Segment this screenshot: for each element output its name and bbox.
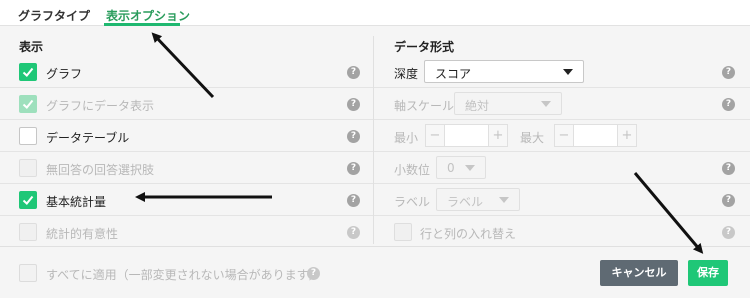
depth-select[interactable]: スコア	[424, 60, 584, 83]
option-row-data-labels: グラフにデータ表示 ?	[0, 88, 373, 120]
chevron-down-icon	[499, 197, 509, 203]
decimals-select[interactable]: 0	[436, 156, 486, 179]
swap-row: 行と列の入れ替え ?	[374, 216, 750, 248]
chevron-down-icon	[563, 69, 573, 75]
significance-label: 統計的有意性	[46, 227, 119, 241]
help-icon[interactable]: ?	[347, 226, 360, 239]
axis-scale-value: 絶対	[465, 99, 490, 113]
minus-icon[interactable]: −	[425, 124, 445, 147]
decimals-value: 0	[447, 161, 455, 175]
apply-all-label: すべてに適用（一部変更されない場合があります）	[46, 268, 321, 282]
option-row-basic-stats: 基本統計量 ?	[0, 184, 373, 216]
help-icon[interactable]: ?	[347, 66, 360, 79]
min-label: 最小	[394, 131, 419, 145]
help-icon[interactable]: ?	[722, 194, 735, 207]
help-icon[interactable]: ?	[347, 130, 360, 143]
help-icon[interactable]: ?	[722, 226, 735, 239]
axis-scale-select[interactable]: 絶対	[454, 92, 562, 115]
chart-label-row: ラベル ラベル ?	[374, 184, 750, 216]
data-table-label: データテーブル	[46, 131, 130, 145]
significance-checkbox[interactable]	[19, 223, 37, 241]
depth-row: 深度 スコア ?	[374, 56, 750, 88]
tab-bar: グラフタイプ 表示オプション	[0, 0, 750, 26]
no-answer-label: 無回答の回答選択肢	[46, 163, 155, 177]
cancel-button[interactable]: キャンセル	[600, 260, 678, 286]
min-max-row: 最小 − + 最大 − +	[374, 120, 750, 152]
data-table-checkbox[interactable]	[19, 127, 37, 145]
options-panel: 表示 グラフ ? グラフにデータ表示 ? データテーブル ? 無回答の回答選択肢…	[0, 26, 750, 298]
plus-icon[interactable]: +	[617, 124, 637, 147]
plus-icon[interactable]: +	[488, 124, 508, 147]
swap-label: 行と列の入れ替え	[420, 227, 517, 241]
help-icon[interactable]: ?	[347, 194, 360, 207]
decimals-label: 小数位	[394, 163, 431, 177]
apply-all-checkbox[interactable]	[19, 264, 37, 282]
decimals-row: 小数位 0 ?	[374, 152, 750, 184]
data-labels-checkbox[interactable]	[19, 95, 37, 113]
max-stepper[interactable]: − +	[554, 124, 637, 147]
no-answer-checkbox[interactable]	[19, 159, 37, 177]
data-labels-label: グラフにデータ表示	[46, 99, 155, 113]
display-section-title: 表示	[19, 40, 44, 54]
help-icon[interactable]: ?	[347, 98, 360, 111]
min-stepper[interactable]: − +	[425, 124, 508, 147]
save-button[interactable]: 保存	[688, 260, 728, 286]
depth-value: スコア	[435, 67, 472, 81]
help-icon[interactable]: ?	[722, 66, 735, 79]
chart-label-value: ラベル	[447, 195, 484, 209]
max-label: 最大	[520, 131, 545, 145]
max-input[interactable]	[574, 124, 617, 147]
minus-icon[interactable]: −	[554, 124, 574, 147]
graph-label: グラフ	[46, 67, 83, 81]
help-icon[interactable]: ?	[722, 98, 735, 111]
tab-display-options[interactable]: 表示オプション	[106, 7, 190, 24]
help-icon[interactable]: ?	[722, 162, 735, 175]
basic-stats-label: 基本統計量	[46, 195, 107, 209]
chart-label-select[interactable]: ラベル	[436, 188, 520, 211]
chevron-down-icon	[465, 165, 475, 171]
graph-checkbox[interactable]	[19, 63, 37, 81]
basic-stats-checkbox[interactable]	[19, 191, 37, 209]
depth-label: 深度	[394, 67, 419, 81]
swap-checkbox[interactable]	[394, 223, 412, 241]
tab-graph-type[interactable]: グラフタイプ	[18, 7, 90, 24]
axis-scale-label: 軸スケール	[394, 99, 455, 113]
option-row-no-answer: 無回答の回答選択肢 ?	[0, 152, 373, 184]
data-format-section-title: データ形式	[394, 40, 455, 54]
help-icon[interactable]: ?	[347, 162, 360, 175]
axis-scale-row: 軸スケール 絶対 ?	[374, 88, 750, 120]
min-input[interactable]	[445, 124, 488, 147]
option-row-data-table: データテーブル ?	[0, 120, 373, 152]
option-row-graph: グラフ ?	[0, 56, 373, 88]
option-row-significance: 統計的有意性 ?	[0, 216, 373, 248]
chevron-down-icon	[541, 101, 551, 107]
chart-label-label: ラベル	[394, 195, 431, 209]
help-icon[interactable]: ?	[307, 267, 320, 280]
